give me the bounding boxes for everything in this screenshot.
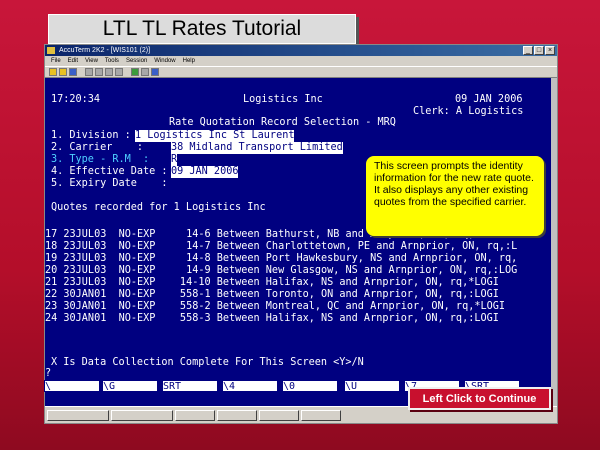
menu-file[interactable]: File — [51, 56, 61, 66]
menu-help[interactable]: Help — [183, 56, 195, 66]
menu-tools[interactable]: Tools — [105, 56, 119, 66]
maximize-button[interactable]: □ — [534, 46, 544, 55]
taskbar-item[interactable] — [259, 410, 299, 421]
company-name: Logistics Inc — [243, 94, 323, 105]
taskbar-item[interactable] — [111, 410, 173, 421]
screen-title: Rate Quotation Record Selection - MRQ — [169, 117, 396, 128]
taskbar-item[interactable] — [301, 410, 341, 421]
quote-row: 23 30JAN01 NO-EXP 558-2 Between Montreal… — [45, 301, 506, 312]
connect-icon[interactable] — [131, 68, 139, 76]
print-icon[interactable] — [85, 68, 93, 76]
settings-icon[interactable] — [141, 68, 149, 76]
type-label: 3. Type - R.M : — [51, 154, 150, 165]
function-key-1[interactable]: \ — [44, 380, 100, 392]
effective-date-field[interactable]: 09 JAN 2006 — [171, 166, 239, 178]
taskbar-item[interactable] — [217, 410, 257, 421]
toolbar — [45, 66, 557, 78]
expiry-date-label: 5. Expiry Date : — [51, 178, 168, 189]
quotes-header: Quotes recorded for 1 Logistics Inc — [51, 202, 266, 213]
division-field[interactable]: 1 Logistics Inc St Laurent — [135, 130, 295, 142]
scrollbar[interactable] — [551, 78, 557, 406]
app-icon — [47, 47, 55, 54]
carrier-field[interactable]: 38 Midland Transport Limited — [171, 142, 343, 154]
function-key-3[interactable]: SRT — [162, 380, 218, 392]
menu-session[interactable]: Session — [126, 56, 147, 66]
quote-row: 21 23JUL03 NO-EXP 14-10 Between Halifax,… — [45, 277, 499, 288]
quote-row: 18 23JUL03 NO-EXP 14-7 Between Charlotte… — [45, 241, 518, 252]
session-date: 09 JAN 2006 — [455, 94, 523, 105]
quote-row: 19 23JUL03 NO-EXP 14-8 Between Port Hawk… — [45, 253, 518, 264]
window-titlebar: AccuTerm 2K2 - [WIS101 (2)] _ □ × — [45, 45, 557, 56]
quote-row: 22 30JAN01 NO-EXP 558-1 Between Toronto,… — [45, 289, 499, 300]
menu-window[interactable]: Window — [154, 56, 175, 66]
copy-icon[interactable] — [105, 68, 113, 76]
menu-bar: File Edit View Tools Session Window Help — [45, 56, 557, 66]
cut-icon[interactable] — [95, 68, 103, 76]
quote-row: 20 23JUL03 NO-EXP 14-9 Between New Glasg… — [45, 265, 518, 276]
division-label: 1. Division : — [51, 130, 131, 141]
minimize-button[interactable]: _ — [523, 46, 533, 55]
terminal-screen[interactable]: 17:20:34 Logistics Inc 09 JAN 2006 Clerk… — [45, 78, 551, 406]
session-time: 17:20:34 — [51, 94, 101, 105]
save-icon[interactable] — [69, 68, 77, 76]
cursor-prompt[interactable]: ? — [45, 368, 51, 380]
paste-icon[interactable] — [115, 68, 123, 76]
clerk-name: Clerk: A Logistics — [413, 106, 524, 117]
function-key-5[interactable]: \0 — [282, 380, 338, 392]
continue-button[interactable]: Left Click to Continue — [408, 387, 551, 410]
type-field[interactable]: R — [171, 154, 178, 166]
help-icon[interactable] — [151, 68, 159, 76]
effective-date-label: 4. Effective Date : — [51, 166, 168, 177]
taskbar-item[interactable] — [175, 410, 215, 421]
function-key-2[interactable]: \G — [102, 380, 158, 392]
taskbar-item[interactable] — [47, 410, 109, 421]
window-title: AccuTerm 2K2 - [WIS101 (2)] — [59, 47, 151, 54]
callout-note: This screen prompts the identity informa… — [366, 156, 544, 236]
carrier-label: 2. Carrier : — [51, 142, 144, 153]
slide-title: LTL TL Rates Tutorial — [48, 14, 356, 44]
menu-edit[interactable]: Edit — [68, 56, 78, 66]
menu-view[interactable]: View — [85, 56, 98, 66]
quote-row: 24 30JAN01 NO-EXP 558-3 Between Halifax,… — [45, 313, 499, 324]
close-button[interactable]: × — [545, 46, 555, 55]
open-icon[interactable] — [59, 68, 67, 76]
function-key-6[interactable]: \U — [344, 380, 400, 392]
prompt-text: X Is Data Collection Complete For This S… — [51, 357, 364, 368]
function-key-4[interactable]: \4 — [222, 380, 278, 392]
new-icon[interactable] — [49, 68, 57, 76]
